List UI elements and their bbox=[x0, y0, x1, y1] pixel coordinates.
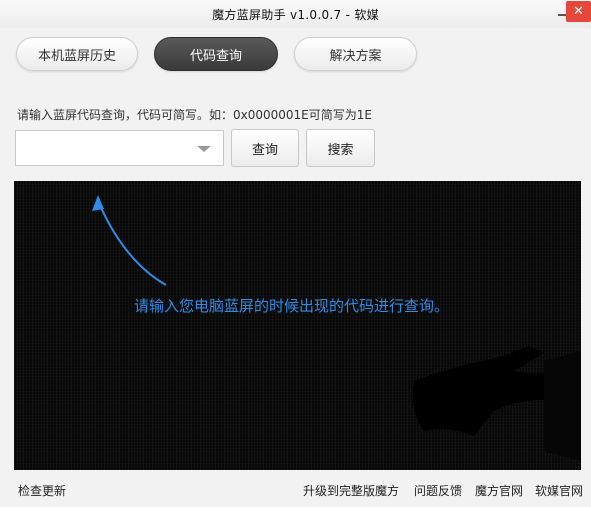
query-button[interactable]: 查询 bbox=[231, 129, 299, 167]
dropdown-arrow-icon[interactable] bbox=[197, 146, 211, 152]
search-button[interactable]: 搜索 bbox=[306, 129, 375, 167]
code-combobox[interactable] bbox=[15, 130, 224, 166]
title-bar: 魔方蓝屏助手 v1.0.0.7 - 软媒 ✕ bbox=[0, 0, 591, 28]
ruanmei-site-link[interactable]: 软媒官网 bbox=[535, 482, 583, 499]
panel-message: 请输入您电脑蓝屏的时候出现的代码进行查询。 bbox=[134, 297, 450, 315]
official-site-link[interactable]: 魔方官网 bbox=[475, 482, 523, 499]
tab-code-query[interactable]: 代码查询 bbox=[154, 37, 278, 71]
pointer-arrow-icon bbox=[92, 195, 167, 286]
feedback-link[interactable]: 问题反馈 bbox=[414, 482, 462, 499]
check-update-link[interactable]: 检查更新 bbox=[18, 482, 66, 499]
code-input[interactable] bbox=[20, 135, 194, 163]
tab-solutions[interactable]: 解决方案 bbox=[294, 37, 417, 71]
query-hint: 请输入蓝屏代码查询，代码可简写。如：0x0000001E可简写为1E bbox=[17, 108, 372, 122]
result-panel: 请输入您电脑蓝屏的时候出现的代码进行查询。 bbox=[14, 181, 581, 470]
tab-blue-screen-history[interactable]: 本机蓝屏历史 bbox=[16, 37, 138, 71]
decorative-shadow-art bbox=[412, 346, 581, 461]
close-button[interactable]: ✕ bbox=[566, 1, 591, 22]
window-title: 魔方蓝屏助手 v1.0.0.7 - 软媒 bbox=[212, 8, 379, 22]
close-icon: ✕ bbox=[573, 4, 584, 19]
upgrade-link[interactable]: 升级到完整版魔方 bbox=[303, 482, 399, 499]
